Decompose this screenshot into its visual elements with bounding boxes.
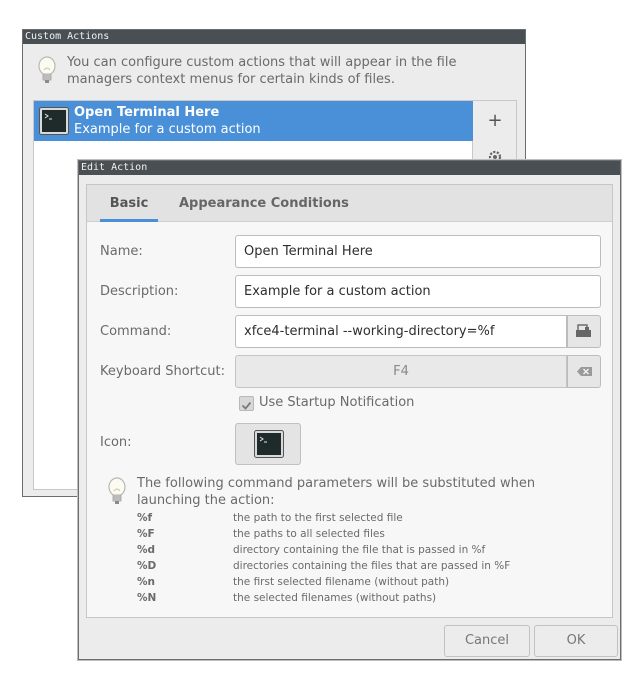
custom-actions-toolbar: + — [473, 100, 517, 161]
action-description: Example for a custom action — [74, 122, 261, 137]
edit-action-panel: Basic Appearance Conditions Name: Open T… — [86, 184, 613, 618]
ok-button[interactable]: OK — [534, 625, 618, 657]
terminal-icon — [39, 107, 69, 139]
parameter-code: %F — [137, 528, 155, 540]
description-label: Description: — [100, 284, 179, 299]
gear-icon[interactable] — [473, 141, 517, 161]
terminal-icon — [254, 430, 284, 462]
shortcut-label: Keyboard Shortcut: — [100, 364, 225, 379]
tab-basic[interactable]: Basic — [100, 185, 158, 222]
keyboard-shortcut-field[interactable]: F4 — [235, 355, 567, 388]
parameter-code: %d — [137, 544, 156, 556]
printer-icon — [568, 324, 600, 351]
cancel-button[interactable]: Cancel — [444, 625, 530, 657]
tab-bar: Basic Appearance Conditions — [87, 185, 612, 222]
tab-appearance-conditions[interactable]: Appearance Conditions — [179, 185, 349, 222]
parameter-code: %n — [137, 576, 155, 588]
add-action-button[interactable]: + — [473, 101, 517, 141]
dialog-title: Edit Action — [79, 161, 620, 175]
action-name: Open Terminal Here — [74, 105, 220, 120]
parameter-description: the path to the first selected file — [233, 512, 403, 524]
window-title: Custom Actions — [23, 30, 525, 44]
name-label: Name: — [100, 244, 143, 259]
parameter-description: the selected filenames (without paths) — [233, 592, 437, 604]
parameter-description: directory containing the file that is pa… — [233, 544, 486, 556]
clear-icon — [568, 367, 600, 391]
parameter-code: %f — [137, 512, 153, 524]
parameter-description: the first selected filename (without pat… — [233, 576, 450, 588]
browse-command-button[interactable] — [567, 315, 601, 348]
startup-notification-checkbox[interactable] — [239, 396, 254, 411]
name-field[interactable]: Open Terminal Here — [235, 235, 601, 268]
startup-notification-label: Use Startup Notification — [259, 395, 415, 410]
list-item-open-terminal[interactable]: Open Terminal Here Example for a custom … — [34, 101, 474, 141]
lightbulb-icon — [37, 56, 57, 90]
parameter-description: directories containing the files that ar… — [233, 560, 511, 572]
lightbulb-icon — [107, 477, 127, 511]
command-field[interactable]: xfce4-terminal --working-directory=%f — [235, 315, 567, 348]
parameter-code: %D — [137, 560, 157, 572]
parameter-description: the paths to all selected files — [233, 528, 385, 540]
parameter-code: %N — [137, 592, 157, 604]
icon-picker-button[interactable] — [235, 423, 301, 465]
icon-label: Icon: — [100, 435, 132, 450]
edit-action-dialog: Edit Action Basic Appearance Conditions … — [78, 160, 621, 660]
parameters-help-text: The following command parameters will be… — [137, 476, 536, 508]
custom-actions-hint: You can configure custom actions that wi… — [67, 55, 457, 87]
clear-shortcut-button[interactable] — [567, 355, 601, 388]
command-label: Command: — [100, 324, 172, 339]
checkmark-icon — [241, 401, 252, 410]
description-field[interactable]: Example for a custom action — [235, 275, 601, 308]
